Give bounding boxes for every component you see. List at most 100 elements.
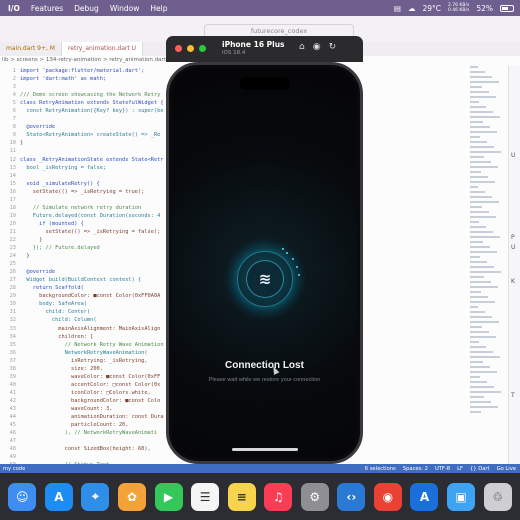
tab-main-dart[interactable]: main.dart 9+, M <box>0 42 62 56</box>
rotate-icon[interactable]: ↻ <box>329 42 337 52</box>
code-text: size: 200, <box>20 365 103 372</box>
code-line[interactable]: 2 import 'dart:math' as math; <box>0 75 185 83</box>
code-line[interactable]: 47 <box>0 437 185 445</box>
code-line[interactable]: 7 <box>0 115 185 123</box>
safari-app-icon[interactable]: ⌖ <box>81 482 110 511</box>
code-line[interactable]: 6 const RetryAnimation({Key? key}) : sup… <box>0 107 185 115</box>
code-line[interactable]: 40 accentColor: □const Color(0x <box>0 381 185 389</box>
code-line[interactable]: 31 child: Center( <box>0 308 185 316</box>
menu-item[interactable]: Features <box>31 4 63 13</box>
minimap-line <box>470 161 491 163</box>
minimap-line <box>470 336 496 338</box>
code-line[interactable]: 10} <box>0 139 185 147</box>
line-number: 45 <box>9 422 16 429</box>
breadcrumb[interactable]: lib > screens > 134-retry-animation > re… <box>2 57 172 63</box>
code-line[interactable]: 5 class RetryAnimation extends StatefulWi… <box>0 99 185 107</box>
code-line[interactable]: 15 void _simulateRetry() { <box>0 180 185 188</box>
code-area[interactable]: 1 import 'package:flutter/material.dart';… <box>0 67 185 469</box>
code-line[interactable]: 25 <box>0 260 185 268</box>
code-line[interactable]: 38 size: 200, <box>0 365 185 373</box>
line-number: 14 <box>9 172 16 179</box>
app-store-app-icon[interactable]: A <box>44 482 73 511</box>
code-line[interactable]: 4 /// Demo screen showcasing the Network … <box>0 91 185 99</box>
chrome-app-icon[interactable]: ◉ <box>373 482 402 511</box>
clipboard-icon[interactable]: ▤ <box>394 4 401 13</box>
line-number: 20 <box>9 220 16 227</box>
status-item[interactable]: 6 selections <box>365 466 396 472</box>
code-line[interactable]: 1 import 'package:flutter/material.dart'; <box>0 67 185 75</box>
tab-retry-animation[interactable]: retry_animation.dart U <box>61 42 144 56</box>
code-line[interactable]: 23 }); // Future.delayed <box>0 244 185 252</box>
menu-item[interactable]: Window <box>110 4 140 13</box>
status-item[interactable]: UTF-8 <box>435 466 450 472</box>
code-line[interactable]: 45 particleCount: 20, <box>0 421 185 429</box>
facetime-app-icon[interactable]: ▶ <box>154 482 183 511</box>
photos-app-icon[interactable]: ✿ <box>117 482 146 511</box>
code-line[interactable]: 24 } <box>0 252 185 260</box>
code-line[interactable]: 39 waveColor: ■const Color(0xFF <box>0 373 185 381</box>
menu-item[interactable]: Help <box>150 4 167 13</box>
code-line[interactable]: 35 // Network Retry Wave Animation <box>0 341 185 349</box>
code-line[interactable]: 34 children: [ <box>0 333 185 341</box>
weather-icon[interactable]: ☁ <box>408 4 416 13</box>
code-line[interactable]: 19 Future.delayed(const Duration(seconds… <box>0 212 185 220</box>
code-line[interactable]: 41 iconColor: □Colors.white, <box>0 389 185 397</box>
vs-code-app-icon[interactable]: ‹› <box>337 482 366 511</box>
home-icon[interactable]: ⌂ <box>299 42 305 52</box>
simulator-app-icon[interactable]: ▣ <box>447 482 476 511</box>
code-line[interactable]: 33 mainAxisAlignment: MainAxisAlign <box>0 325 185 333</box>
code-line[interactable]: 49 <box>0 453 185 461</box>
minimap[interactable] <box>470 66 506 466</box>
status-item[interactable]: Spaces: 2 <box>403 466 428 472</box>
code-line[interactable]: 9 State<RetryAnimation> createState() =>… <box>0 131 185 139</box>
code-line[interactable]: 44 animationDuration: const Dura <box>0 413 185 421</box>
screenshot-icon[interactable]: ◉ <box>313 42 321 52</box>
notes-app-icon[interactable]: ≡ <box>227 482 256 511</box>
code-line[interactable]: 12 class _RetryAnimationState extends Sta… <box>0 156 185 164</box>
app-screen[interactable]: ≋ Connection Lost Please wait while we r… <box>172 68 357 458</box>
minimap-line <box>470 396 484 398</box>
reminders-app-icon[interactable]: ☰ <box>191 482 220 511</box>
code-line[interactable]: 8 @override <box>0 123 185 131</box>
code-line[interactable]: 42 backgroundColor: ■const Colo <box>0 397 185 405</box>
close-window-button[interactable] <box>175 45 182 52</box>
code-line[interactable]: 16 setState(() => _isRetrying = true); <box>0 188 185 196</box>
code-line[interactable]: 37 isRetrying: _isRetrying, <box>0 357 185 365</box>
code-line[interactable]: 28 return Scaffold( <box>0 284 185 292</box>
status-left-label[interactable]: my code <box>0 466 25 472</box>
music-app-icon[interactable]: ♫ <box>264 482 293 511</box>
code-line[interactable]: 26 @override <box>0 268 185 276</box>
minimap-line <box>470 291 481 293</box>
menu-item[interactable]: Debug <box>74 4 99 13</box>
code-line[interactable]: 3 <box>0 83 185 91</box>
xcode-app-icon[interactable]: A <box>410 482 439 511</box>
battery-icon[interactable] <box>500 4 514 12</box>
status-item[interactable]: {} Dart <box>470 466 490 472</box>
status-item[interactable]: LF <box>457 466 463 472</box>
code-line[interactable]: 43 waveCount: 3, <box>0 405 185 413</box>
code-line[interactable]: 29 backgroundColor: ■const Color(0xFF0A0… <box>0 292 185 300</box>
code-line[interactable]: 36 NetworkRetryWaveAnimation( <box>0 349 185 357</box>
code-line[interactable]: 11 <box>0 147 185 155</box>
status-item[interactable]: Go Live <box>497 466 516 472</box>
code-line[interactable]: 21 setState(() => _isRetrying = false); <box>0 228 185 236</box>
code-line[interactable]: 18 // Simulate network retry duration <box>0 204 185 212</box>
code-line[interactable]: 20 if (mounted) { <box>0 220 185 228</box>
code-line[interactable]: 27 Widget build(BuildContext context) { <box>0 276 185 284</box>
code-line[interactable]: 32 child: Column( <box>0 316 185 324</box>
trash-app-icon[interactable]: ♲ <box>483 482 512 511</box>
code-line[interactable]: 14 <box>0 172 185 180</box>
zoom-window-button[interactable] <box>199 45 206 52</box>
finder-app-icon[interactable]: ☺ <box>8 482 37 511</box>
code-line[interactable]: 17 <box>0 196 185 204</box>
code-line[interactable]: 48 const SizedBox(height: 60), <box>0 445 185 453</box>
menu-item[interactable]: I/O <box>8 4 20 13</box>
minimap-line <box>470 176 488 178</box>
system-settings-app-icon[interactable]: ⚙ <box>300 482 329 511</box>
code-line[interactable]: 30 body: SafeArea( <box>0 300 185 308</box>
minimize-window-button[interactable] <box>187 45 194 52</box>
home-indicator[interactable] <box>232 448 298 451</box>
code-line[interactable]: 46 ), // NetworkRetryWaveAnimati <box>0 429 185 437</box>
code-line[interactable]: 13 bool _isRetrying = false; <box>0 164 185 172</box>
code-line[interactable]: 22 } <box>0 236 185 244</box>
